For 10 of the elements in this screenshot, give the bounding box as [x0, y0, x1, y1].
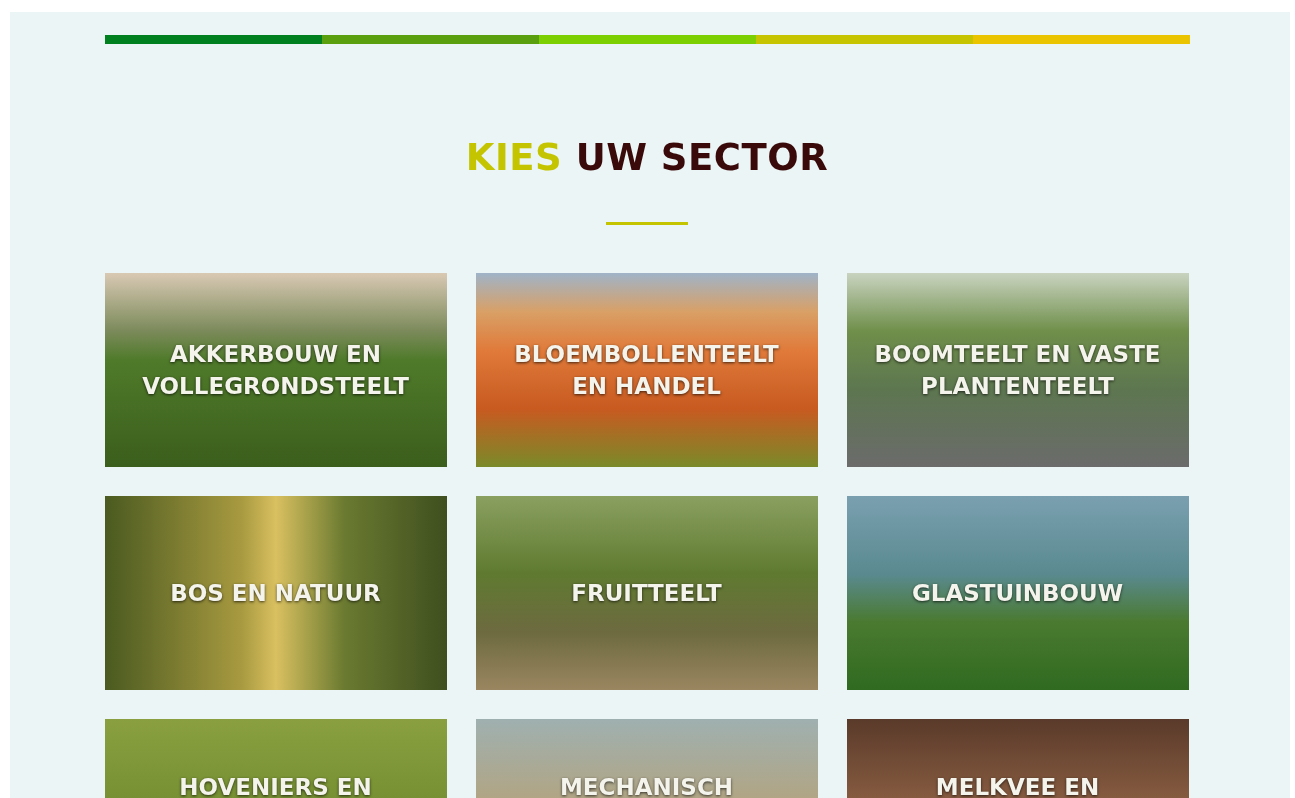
- sector-tile[interactable]: MELKVEE EN: [846, 719, 1189, 798]
- sector-tile[interactable]: BOS EN NATUUR: [104, 496, 447, 691]
- sector-tile[interactable]: AKKERBOUW EN VOLLEGRONDSTEELT: [104, 273, 447, 468]
- sector-tile[interactable]: BLOEMBOLLENTEELT EN HANDEL: [475, 273, 818, 468]
- section-title: KIES UW SECTOR: [464, 136, 830, 181]
- sector-tile[interactable]: MECHANISCH: [475, 719, 818, 798]
- sector-tile[interactable]: HOVENIERS EN: [104, 719, 447, 798]
- sector-tile[interactable]: FRUITTEELT: [475, 496, 818, 691]
- sector-tile[interactable]: GLASTUINBOUW: [846, 496, 1189, 691]
- sector-tile[interactable]: BOOMTEELT EN VASTE PLANTENTEELT: [846, 273, 1189, 468]
